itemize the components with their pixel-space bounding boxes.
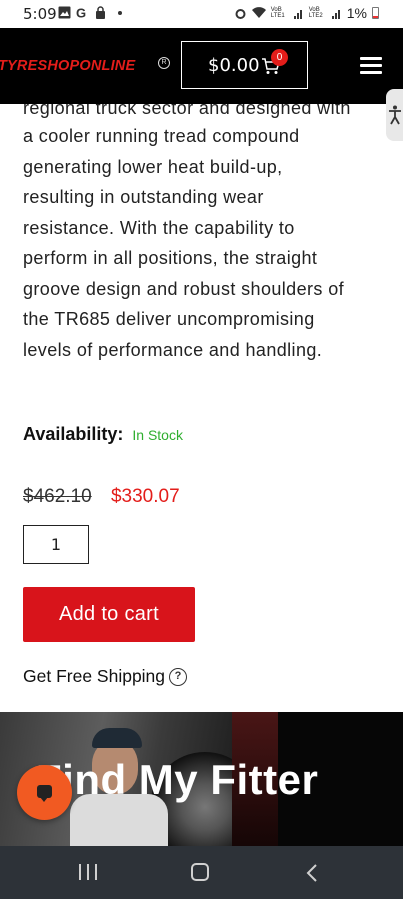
accessibility-icon — [389, 105, 401, 125]
description-line: a cooler running tread compound — [23, 126, 300, 146]
svg-text:G: G — [76, 6, 86, 19]
battery-percent: 1% — [346, 5, 367, 21]
description-line: groove design and robust shoulders of — [23, 278, 345, 299]
description-line: regional truck sector and designed with — [23, 104, 351, 118]
sale-price: $330.07 — [110, 486, 180, 507]
signal-lte2-label: VoB LTE2 — [308, 7, 323, 19]
status-right: VoB LTE1 VoB LTE2 1% — [234, 5, 379, 21]
availability-label: Availability: — [23, 424, 124, 444]
status-time: 5:09 — [23, 5, 57, 23]
lock-icon — [96, 6, 105, 19]
chat-button[interactable] — [17, 765, 72, 820]
find-my-fitter-title: Find My Fitter — [36, 756, 319, 803]
signal-lte2-icon — [331, 9, 340, 19]
quantity-input[interactable]: 1 — [23, 525, 89, 564]
original-price: $462.10 — [23, 486, 92, 507]
description-clipped-line: regional truck sector and designed with — [23, 104, 383, 120]
site-logo[interactable]: TYRESHOPONLINE — [0, 58, 135, 74]
chat-bubble-icon — [37, 785, 52, 802]
signal-lte1-icon — [293, 9, 302, 19]
description-line: generating lower heat build-up, — [23, 156, 283, 177]
registered-mark-icon: R — [158, 57, 170, 69]
help-icon[interactable]: ? — [169, 667, 188, 686]
accessibility-toggle[interactable] — [386, 89, 403, 141]
notification-dot — [118, 10, 122, 15]
site-header: TYRESHOPONLINE R $0.00 0 — [0, 28, 403, 104]
cart-button[interactable]: $0.00 0 — [181, 41, 308, 89]
cart-total: $0.00 — [208, 55, 260, 76]
description-line: resistance. With the capability to — [23, 217, 295, 238]
add-to-cart-button[interactable]: Add to cart — [23, 587, 195, 642]
price-row: $462.10 $330.07 — [23, 486, 180, 508]
gallery-icon — [58, 6, 71, 19]
free-shipping-link[interactable]: Get Free Shipping ? — [23, 666, 188, 687]
stock-status: In Stock — [132, 427, 183, 443]
status-bar: 5:09 G VoB LTE1 VoB LTE2 1% — [0, 0, 403, 28]
wifi-icon — [251, 7, 266, 19]
google-icon: G — [76, 6, 86, 19]
description-line: resulting in outstanding wear — [23, 187, 264, 207]
hamburger-menu-icon[interactable] — [360, 57, 382, 75]
cart-count-badge: 0 — [271, 49, 288, 66]
description-line: levels of performance and handling. — [23, 339, 323, 360]
recent-apps-icon[interactable] — [79, 864, 97, 880]
back-icon[interactable] — [306, 863, 318, 883]
system-nav-bar — [0, 846, 403, 899]
availability: Availability: In Stock — [23, 424, 183, 445]
battery-icon — [372, 7, 379, 19]
shipping-label: Get Free Shipping — [23, 666, 166, 686]
description-line: perform in all positions, the straight — [23, 248, 318, 268]
description-line: the TR685 deliver uncompromising — [23, 309, 315, 329]
fitter-person-cap — [92, 728, 142, 748]
status-left-icons: G — [58, 6, 122, 19]
signal-lte1-label: VoB LTE1 — [270, 7, 285, 19]
home-icon[interactable] — [191, 863, 209, 881]
alarm-icon — [235, 8, 246, 19]
product-description: a cooler running tread compound generati… — [23, 121, 388, 365]
